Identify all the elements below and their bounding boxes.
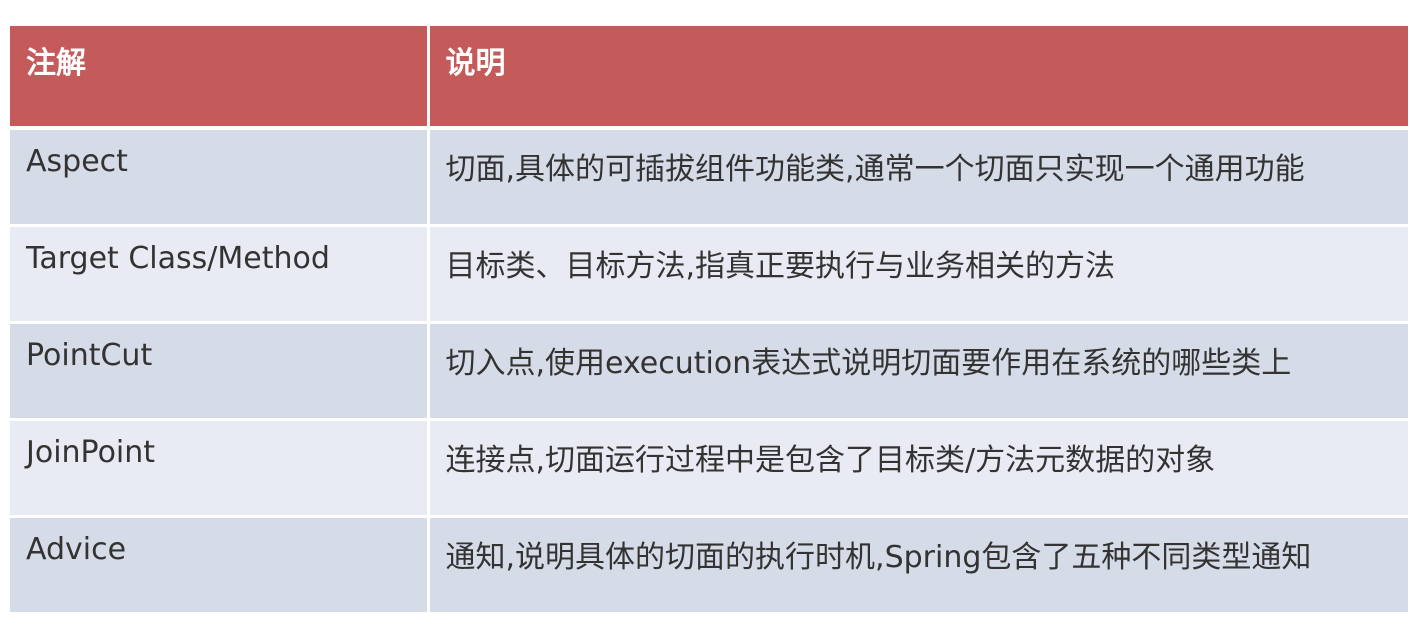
table-header-row: 注解 说明 [10, 26, 1408, 130]
description-cell: 切面,具体的可插拔组件功能类,通常一个切面只实现一个通用功能 [428, 128, 1408, 227]
annotation-cell: JoinPoint [10, 419, 430, 518]
aop-annotation-table: 注解 说明 Aspect 切面,具体的可插拔组件功能类,通常一个切面只实现一个通… [10, 26, 1408, 615]
header-description: 说明 [428, 26, 1408, 130]
annotation-cell: Target Class/Method [10, 225, 430, 324]
description-cell: 切入点,使用execution表达式说明切面要作用在系统的哪些类上 [428, 322, 1408, 421]
table-row: Advice 通知,说明具体的切面的执行时机,Spring包含了五种不同类型通知 [10, 516, 1408, 615]
slide-page: 注解 说明 Aspect 切面,具体的可插拔组件功能类,通常一个切面只实现一个通… [0, 0, 1410, 626]
description-cell: 连接点,切面运行过程中是包含了目标类/方法元数据的对象 [428, 419, 1408, 518]
table-row: PointCut 切入点,使用execution表达式说明切面要作用在系统的哪些… [10, 322, 1408, 421]
table-row: JoinPoint 连接点,切面运行过程中是包含了目标类/方法元数据的对象 [10, 419, 1408, 518]
description-cell: 目标类、目标方法,指真正要执行与业务相关的方法 [428, 225, 1408, 324]
header-annotation: 注解 [10, 26, 430, 130]
annotation-cell: Advice [10, 516, 430, 615]
table-row: Target Class/Method 目标类、目标方法,指真正要执行与业务相关… [10, 225, 1408, 324]
annotation-cell: PointCut [10, 322, 430, 421]
table-row: Aspect 切面,具体的可插拔组件功能类,通常一个切面只实现一个通用功能 [10, 128, 1408, 227]
description-cell: 通知,说明具体的切面的执行时机,Spring包含了五种不同类型通知 [428, 516, 1408, 615]
annotation-cell: Aspect [10, 128, 430, 227]
